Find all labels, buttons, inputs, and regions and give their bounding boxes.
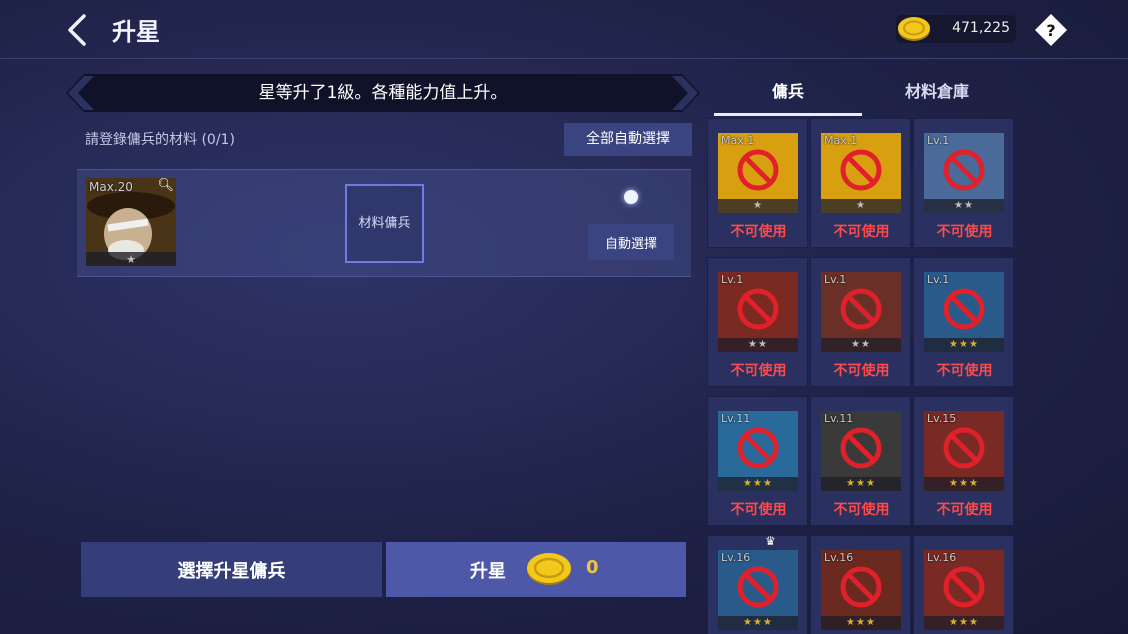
target-mercenary-portrait[interactable]: Max.20 🔍︎ ★ bbox=[86, 178, 176, 266]
mercenary-card[interactable]: Lv.1 ★★ 不可使用 bbox=[707, 257, 808, 387]
select-mercenary-button[interactable]: 選擇升星傭兵 bbox=[81, 542, 382, 597]
mercenary-portrait: Max.1 ★ bbox=[821, 133, 901, 213]
mercenary-portrait: Max.1 ★ bbox=[718, 133, 798, 213]
crown-icon: ♛ bbox=[765, 534, 776, 548]
mercenary-portrait: Lv.1 ★★★ bbox=[924, 272, 1004, 352]
mercenary-stars: ★★★ bbox=[718, 616, 798, 630]
unavailable-label: 不可使用 bbox=[730, 363, 787, 379]
mercenary-level: Lv.1 bbox=[927, 134, 950, 147]
prohibited-icon bbox=[840, 288, 882, 330]
svg-text:?: ? bbox=[1046, 21, 1055, 40]
mercenary-level: Lv.1 bbox=[824, 273, 847, 286]
mercenary-portrait: Lv.1 ★★ bbox=[718, 272, 798, 352]
unavailable-label: 不可使用 bbox=[833, 224, 890, 240]
mercenary-stars: ★★★ bbox=[821, 477, 901, 491]
mercenary-level: Max.1 bbox=[824, 134, 858, 147]
mercenary-stars: ★★★ bbox=[924, 477, 1004, 491]
magnify-icon[interactable]: 🔍︎ bbox=[157, 178, 174, 193]
prohibited-icon bbox=[737, 427, 779, 469]
gold-coin-icon bbox=[898, 17, 930, 41]
unavailable-label: 不可使用 bbox=[833, 502, 890, 518]
page-title: 升星 bbox=[112, 18, 160, 46]
mercenary-card[interactable]: Max.1 ★ 不可使用 bbox=[810, 118, 911, 248]
mercenary-portrait: Lv.16 ★★★ bbox=[924, 550, 1004, 630]
mercenary-level: Lv.1 bbox=[927, 273, 950, 286]
mercenary-stars: ★★★ bbox=[718, 477, 798, 491]
coin-amount: 471,225 bbox=[952, 20, 1010, 36]
mercenary-level: Max.1 bbox=[721, 134, 755, 147]
notice-banner-text: 星等升了1級。各種能力值上升。 bbox=[258, 83, 508, 103]
mercenary-stars: ★★ bbox=[821, 338, 901, 352]
prohibited-icon bbox=[840, 566, 882, 608]
prohibited-icon bbox=[737, 149, 779, 191]
mercenary-stars: ★★★ bbox=[924, 616, 1004, 630]
mercenary-level: Lv.16 bbox=[824, 551, 854, 564]
unavailable-label: 不可使用 bbox=[730, 224, 787, 240]
unavailable-label: 不可使用 bbox=[730, 502, 787, 518]
prohibited-icon bbox=[943, 427, 985, 469]
mercenary-card[interactable]: Max.1 ★ 不可使用 bbox=[707, 118, 808, 248]
unavailable-label: 不可使用 bbox=[936, 363, 993, 379]
material-mercenary-slot[interactable]: 材料傭兵 bbox=[345, 184, 424, 263]
prohibited-icon bbox=[943, 566, 985, 608]
tab-mercenary[interactable]: 傭兵 bbox=[714, 74, 862, 114]
mercenary-stars: ★★★ bbox=[924, 338, 1004, 352]
mercenary-level: Lv.1 bbox=[721, 273, 744, 286]
help-icon[interactable]: ? bbox=[1034, 13, 1068, 47]
mercenary-stars: ★ bbox=[718, 199, 798, 213]
mercenary-card[interactable]: Lv.11 ★★★ 不可使用 bbox=[810, 396, 911, 526]
mercenary-portrait: Lv.16 ★★★ bbox=[821, 550, 901, 630]
unavailable-label: 不可使用 bbox=[936, 502, 993, 518]
portrait-level: Max.20 bbox=[89, 180, 133, 194]
mercenary-level: Lv.16 bbox=[927, 551, 957, 564]
material-register-label: 請登錄傭兵的材料 (0/1) bbox=[85, 132, 235, 148]
mercenary-stars: ★★ bbox=[924, 199, 1004, 213]
mercenary-card[interactable]: Lv.1 ★★ 不可使用 bbox=[810, 257, 911, 387]
prohibited-icon bbox=[943, 288, 985, 330]
auto-select-button[interactable]: 自動選擇 bbox=[588, 224, 674, 260]
mercenary-level: Lv.11 bbox=[824, 412, 854, 425]
unavailable-label: 不可使用 bbox=[833, 363, 890, 379]
tab-material-storage[interactable]: 材料倉庫 bbox=[862, 74, 1012, 114]
prohibited-icon bbox=[840, 427, 882, 469]
upgrade-cost: 0 bbox=[586, 557, 599, 578]
gold-coin-icon bbox=[527, 553, 571, 585]
mercenary-grid: Max.1 ★ 不可使用 Max.1 ★ 不可使用 Lv.1 ★★ 不可使用 Lv.1 ★★ 不可使用… bbox=[706, 118, 1016, 634]
auto-select-all-button[interactable]: 全部自動選擇 bbox=[564, 123, 692, 156]
prohibited-icon bbox=[943, 149, 985, 191]
mercenary-stars: ★★ bbox=[718, 338, 798, 352]
mercenary-card[interactable]: Lv.16★★★不可使用 bbox=[707, 535, 808, 634]
mercenary-card[interactable]: Lv.11 ★★★ 不可使用 bbox=[707, 396, 808, 526]
unavailable-label: 不可使用 bbox=[936, 224, 993, 240]
mercenary-stars: ★★★ bbox=[821, 616, 901, 630]
prohibited-icon bbox=[840, 149, 882, 191]
mercenary-portrait: Lv.16 ★★★ bbox=[718, 550, 798, 630]
portrait-stars: ★ bbox=[126, 253, 136, 266]
mercenary-card[interactable]: Lv.16★★★不可使用 bbox=[913, 535, 1014, 634]
mercenary-level: Lv.15 bbox=[927, 412, 957, 425]
mercenary-portrait: Lv.1 ★★ bbox=[924, 133, 1004, 213]
header-divider bbox=[0, 58, 1128, 59]
mercenary-card[interactable]: Lv.1 ★★ 不可使用 bbox=[913, 118, 1014, 248]
auto-select-radio[interactable] bbox=[624, 190, 638, 204]
back-arrow-icon[interactable] bbox=[64, 12, 94, 48]
prohibited-icon bbox=[737, 288, 779, 330]
mercenary-card[interactable]: Lv.1 ★★★ 不可使用 bbox=[913, 257, 1014, 387]
mercenary-level: Lv.16 bbox=[721, 551, 751, 564]
prohibited-icon bbox=[737, 566, 779, 608]
mercenary-portrait: Lv.15 ★★★ bbox=[924, 411, 1004, 491]
mercenary-level: Lv.11 bbox=[721, 412, 751, 425]
mercenary-portrait: Lv.1 ★★ bbox=[821, 272, 901, 352]
mercenary-stars: ★ bbox=[821, 199, 901, 213]
mercenary-card[interactable]: Lv.16★★★不可使用 bbox=[810, 535, 911, 634]
mercenary-portrait: Lv.11 ★★★ bbox=[821, 411, 901, 491]
mercenary-portrait: Lv.11 ★★★ bbox=[718, 411, 798, 491]
mercenary-card[interactable]: Lv.15 ★★★ 不可使用 bbox=[913, 396, 1014, 526]
star-upgrade-label: 升星 bbox=[470, 561, 506, 582]
active-tab-indicator bbox=[714, 113, 862, 116]
